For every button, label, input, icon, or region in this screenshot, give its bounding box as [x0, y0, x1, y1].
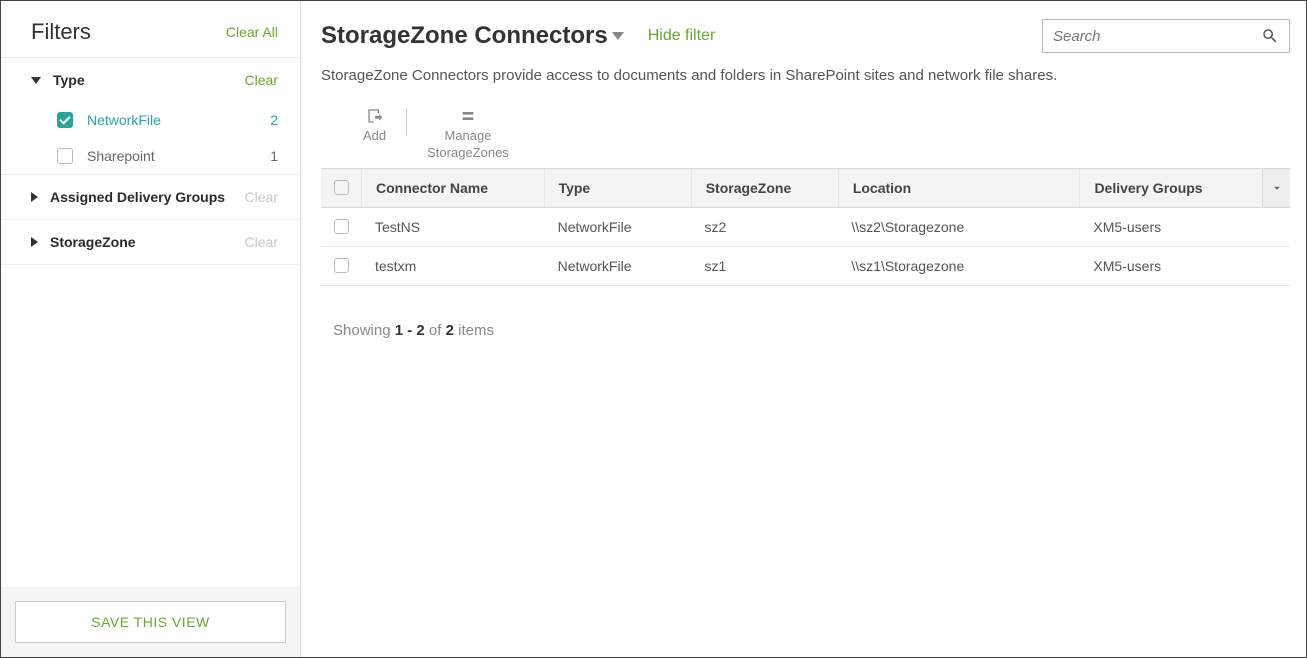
cell-groups: XM5-users — [1079, 208, 1262, 246]
pager-prefix: Showing — [333, 322, 395, 339]
search-box[interactable] — [1042, 19, 1290, 53]
table-row[interactable]: testxm NetworkFile sz1 \\sz1\Storagezone… — [321, 247, 1290, 286]
add-button-label: Add — [363, 128, 386, 145]
add-button[interactable]: Add — [351, 108, 398, 145]
col-location[interactable]: Location — [838, 169, 1080, 207]
manage-button[interactable]: Manage StorageZones — [415, 108, 521, 162]
connectors-table: Connector Name Type StorageZone Location… — [321, 168, 1290, 286]
filter-group-delivery: Assigned Delivery Groups Clear — [1, 175, 300, 220]
filter-option-networkfile-label: NetworkFile — [87, 112, 270, 128]
col-connector-name[interactable]: Connector Name — [361, 169, 544, 207]
search-input[interactable] — [1053, 28, 1261, 45]
filter-option-networkfile-count: 2 — [270, 112, 278, 128]
filter-group-storagezone: StorageZone Clear — [1, 220, 300, 265]
manage-label-2: StorageZones — [427, 145, 509, 162]
save-view-button[interactable]: SAVE THIS VIEW — [15, 601, 286, 643]
cell-name: testxm — [361, 247, 544, 285]
filter-option-sharepoint[interactable]: Sharepoint 1 — [1, 138, 300, 174]
table-header: Connector Name Type StorageZone Location… — [321, 169, 1290, 208]
pager-total: 2 — [446, 322, 454, 339]
cell-name: TestNS — [361, 208, 544, 246]
filter-group-delivery-clear: Clear — [245, 189, 278, 205]
cell-zone: sz1 — [690, 247, 837, 285]
cell-type: NetworkFile — [544, 208, 691, 246]
main-content: StorageZone Connectors Hide filter Stora… — [301, 1, 1306, 657]
pagination-status: Showing 1 - 2 of 2 items — [321, 322, 1290, 339]
col-type[interactable]: Type — [544, 169, 691, 207]
pager-range: 1 - 2 — [395, 322, 425, 339]
filter-option-sharepoint-count: 1 — [270, 148, 278, 164]
dropdown-caret-icon — [612, 32, 624, 40]
table-row[interactable]: TestNS NetworkFile sz2 \\sz2\Storagezone… — [321, 208, 1290, 247]
manage-label-1: Manage — [444, 128, 491, 145]
filter-option-sharepoint-label: Sharepoint — [87, 148, 270, 164]
cell-zone: sz2 — [690, 208, 837, 246]
storage-icon — [460, 108, 476, 124]
filter-group-storagezone-label: StorageZone — [50, 234, 245, 250]
row-checkbox[interactable] — [334, 219, 349, 234]
hide-filter-link[interactable]: Hide filter — [648, 27, 716, 45]
caret-right-icon — [31, 192, 38, 202]
page-title[interactable]: StorageZone Connectors — [321, 22, 624, 50]
filter-group-delivery-label: Assigned Delivery Groups — [50, 189, 245, 205]
filter-group-type-label: Type — [53, 72, 245, 88]
cell-location: \\sz1\Storagezone — [837, 247, 1079, 285]
checkbox-unchecked-icon[interactable] — [57, 148, 73, 164]
cell-location: \\sz2\Storagezone — [837, 208, 1079, 246]
col-delivery-groups[interactable]: Delivery Groups — [1079, 169, 1262, 207]
filter-group-type-header[interactable]: Type Clear — [1, 58, 300, 102]
header-checkbox-cell — [321, 169, 361, 207]
filter-option-networkfile[interactable]: NetworkFile 2 — [1, 102, 300, 138]
toolbar: Add Manage StorageZones — [321, 108, 1290, 162]
filter-group-storagezone-header[interactable]: StorageZone Clear — [1, 220, 300, 264]
add-icon — [367, 108, 383, 124]
filter-group-type: Type Clear NetworkFile 2 Sharepoint 1 — [1, 58, 300, 175]
filter-group-storagezone-clear: Clear — [245, 234, 278, 250]
sidebar-footer: SAVE THIS VIEW — [1, 587, 300, 657]
pager-suffix: items — [454, 322, 494, 339]
cell-type: NetworkFile — [544, 247, 691, 285]
main-header: StorageZone Connectors Hide filter — [321, 19, 1290, 53]
filters-sidebar: Filters Clear All Type Clear NetworkFile… — [1, 1, 301, 657]
expand-columns-button[interactable] — [1262, 169, 1290, 207]
cell-groups: XM5-users — [1079, 247, 1262, 285]
chevron-down-icon — [1270, 181, 1284, 195]
row-checkbox[interactable] — [334, 258, 349, 273]
filter-group-delivery-header[interactable]: Assigned Delivery Groups Clear — [1, 175, 300, 219]
toolbar-separator — [406, 108, 407, 136]
checkbox-checked-icon[interactable] — [57, 112, 73, 128]
select-all-checkbox[interactable] — [334, 180, 349, 195]
search-icon[interactable] — [1261, 27, 1279, 45]
pager-mid: of — [425, 322, 446, 339]
filters-header: Filters Clear All — [1, 1, 300, 58]
col-storagezone[interactable]: StorageZone — [691, 169, 838, 207]
filter-group-type-clear[interactable]: Clear — [245, 72, 278, 88]
page-description: StorageZone Connectors provide access to… — [321, 67, 1290, 84]
page-title-text: StorageZone Connectors — [321, 22, 608, 50]
caret-down-icon — [31, 77, 41, 84]
caret-right-icon — [31, 237, 38, 247]
filters-title: Filters — [31, 19, 91, 45]
clear-all-link[interactable]: Clear All — [226, 24, 278, 40]
